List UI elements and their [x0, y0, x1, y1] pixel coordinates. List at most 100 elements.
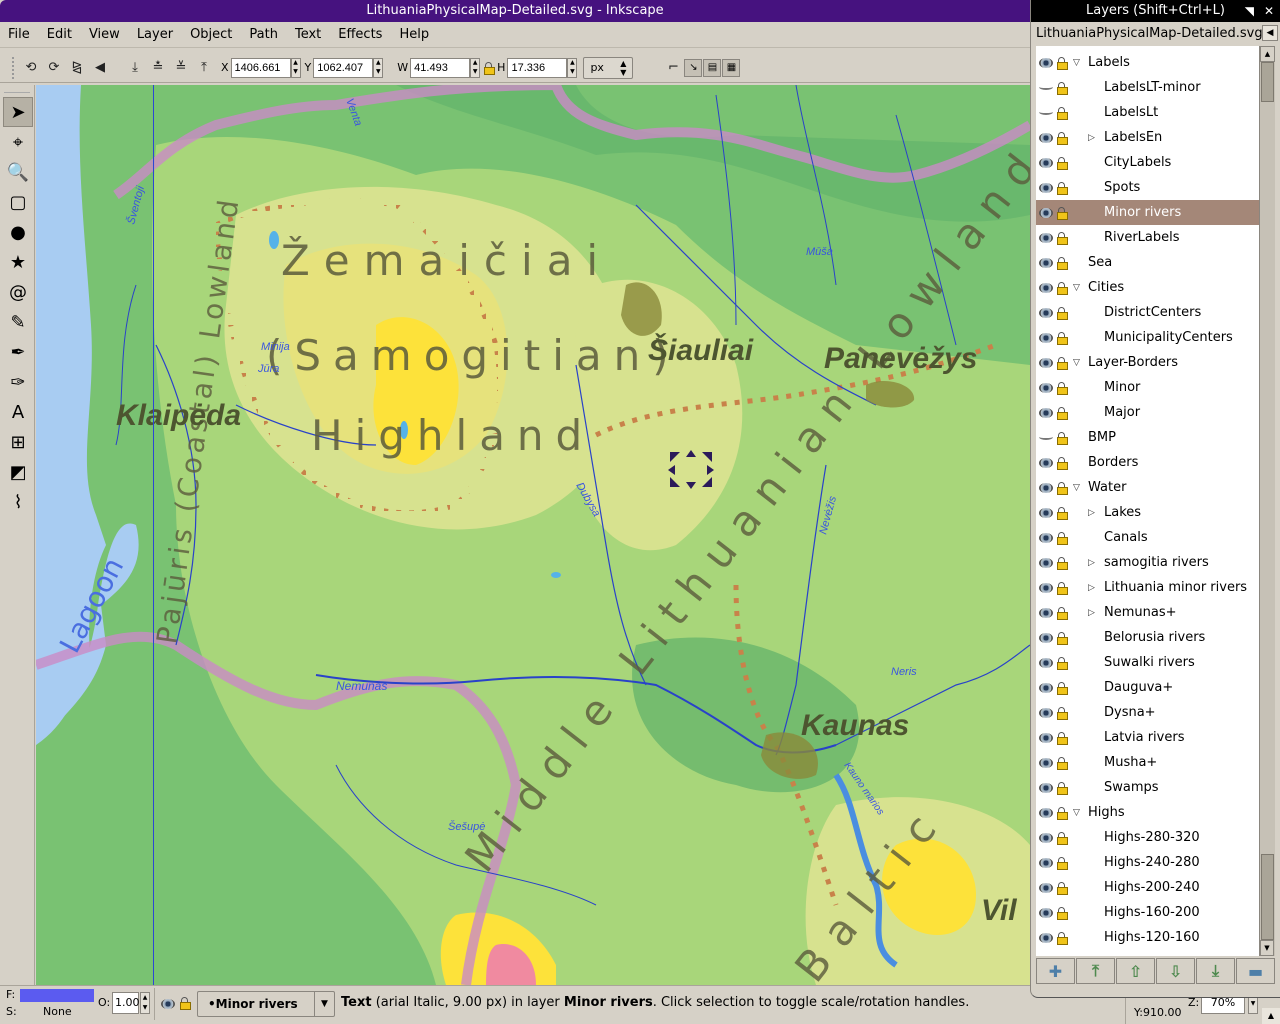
eye-open-icon[interactable] — [1039, 733, 1053, 743]
y-spinner[interactable]: ▲ ▼ — [373, 57, 384, 78]
layer-row[interactable]: Highs-160-200 — [1036, 900, 1259, 925]
menu-help[interactable]: Help — [399, 27, 429, 42]
raise-layer-to-top-button[interactable]: ⤒ — [1076, 958, 1115, 984]
layer-row[interactable]: ▽ Labels — [1036, 50, 1259, 75]
menu-effects[interactable]: Effects — [338, 27, 382, 42]
lock-icon[interactable] — [1057, 207, 1068, 220]
guide-line[interactable] — [153, 85, 154, 985]
lock-icon[interactable] — [1057, 857, 1068, 870]
spiral-tool[interactable]: @ — [3, 277, 33, 307]
expander-open-icon[interactable]: ▽ — [1073, 808, 1080, 818]
layer-list-scrollbar[interactable]: ▲ ▼ — [1259, 46, 1275, 956]
flip-horizontal-icon[interactable]: ⧎ — [67, 58, 87, 78]
w-input[interactable]: 41.493 — [410, 57, 471, 78]
expander-closed-icon[interactable]: ▷ — [1088, 608, 1095, 618]
lock-icon[interactable] — [1057, 482, 1068, 495]
layer-row[interactable]: Suwalki rivers — [1036, 650, 1259, 675]
eye-open-icon[interactable] — [1039, 558, 1053, 568]
eye-open-icon[interactable] — [1039, 883, 1053, 893]
eye-open-icon[interactable] — [1039, 633, 1053, 643]
menu-view[interactable]: View — [89, 27, 120, 42]
lower-layer-button[interactable]: ⇩ — [1156, 958, 1195, 984]
zoom-tool[interactable]: 🔍 — [3, 157, 33, 187]
eye-open-icon[interactable] — [1039, 333, 1053, 343]
layer-row[interactable]: Swamps — [1036, 775, 1259, 800]
node-tool[interactable]: ⌖ — [3, 127, 33, 157]
expander-closed-icon[interactable]: ▷ — [1088, 583, 1095, 593]
opacity-input[interactable]: 1.00 — [112, 992, 140, 1014]
lock-icon[interactable] — [1057, 232, 1068, 245]
expander-closed-icon[interactable]: ▷ — [1088, 508, 1095, 518]
layer-row[interactable]: Highs-240-280 — [1036, 850, 1259, 875]
lock-icon[interactable] — [1057, 657, 1068, 670]
lock-icon[interactable] — [1057, 407, 1068, 420]
lock-icon[interactable] — [1057, 582, 1068, 595]
layer-row[interactable]: Highs-280-320 — [1036, 825, 1259, 850]
layer-row[interactable]: LabelsLT-minor — [1036, 75, 1259, 100]
add-layer-button[interactable]: ✚ — [1036, 958, 1075, 984]
eye-open-icon[interactable] — [1039, 183, 1053, 193]
eye-open-icon[interactable] — [1039, 908, 1053, 918]
lock-icon[interactable] — [1057, 157, 1068, 170]
layer-row[interactable]: MunicipalityCenters — [1036, 325, 1259, 350]
layer-row[interactable]: Sea — [1036, 250, 1259, 275]
eye-open-icon[interactable] — [1039, 283, 1053, 293]
connector-tool[interactable]: ⊞ — [3, 427, 33, 457]
resize-grip[interactable]: ▲ — [1262, 1008, 1280, 1024]
eye-open-icon[interactable] — [1039, 683, 1053, 693]
lock-icon[interactable] — [1057, 682, 1068, 695]
layer-row[interactable]: RiverLabels — [1036, 225, 1259, 250]
eye-open-icon[interactable] — [1039, 533, 1053, 543]
eye-open-icon[interactable] — [1039, 208, 1053, 218]
layer-row[interactable]: CityLabels — [1036, 150, 1259, 175]
eye-closed-icon[interactable] — [1039, 109, 1053, 115]
lock-icon[interactable] — [1057, 307, 1068, 320]
layer-row[interactable]: Dysna+ — [1036, 700, 1259, 725]
raise-icon[interactable]: ≚ — [171, 58, 191, 78]
lock-proportions-icon[interactable] — [484, 61, 496, 75]
lower-layer-to-bottom-button[interactable]: ⤓ — [1196, 958, 1235, 984]
lock-icon[interactable] — [1057, 557, 1068, 570]
layer-row[interactable]: Highs-200-240 — [1036, 875, 1259, 900]
layer-row[interactable]: ▷ Lakes — [1036, 500, 1259, 525]
eye-open-icon[interactable] — [1039, 508, 1053, 518]
lock-icon[interactable] — [1057, 382, 1068, 395]
layer-lock-icon[interactable] — [180, 997, 191, 1010]
scale-gradients-icon[interactable]: ▤ — [703, 58, 722, 77]
eye-open-icon[interactable] — [1039, 58, 1053, 68]
expander-open-icon[interactable]: ▽ — [1073, 58, 1080, 68]
fill-swatch[interactable] — [20, 989, 94, 1002]
h-spinner[interactable]: ▲ ▼ — [567, 57, 578, 78]
expander-closed-icon[interactable]: ▷ — [1088, 133, 1095, 143]
menu-object[interactable]: Object — [190, 27, 232, 42]
lock-icon[interactable] — [1057, 57, 1068, 70]
scale-stroke-icon[interactable]: ⌐ — [663, 58, 683, 78]
layer-row[interactable]: ▽ Water — [1036, 475, 1259, 500]
eye-open-icon[interactable] — [1039, 758, 1053, 768]
eye-open-icon[interactable] — [1039, 708, 1053, 718]
y-input[interactable]: 1062.407 — [313, 57, 374, 78]
layer-row[interactable]: LabelsLt — [1036, 100, 1259, 125]
x-input[interactable]: 1406.661 — [230, 57, 291, 78]
expander-closed-icon[interactable]: ▷ — [1088, 558, 1095, 568]
eye-open-icon[interactable] — [1039, 608, 1053, 618]
dock-menu-icon[interactable]: ◥ — [1245, 0, 1254, 22]
opacity-spinner[interactable]: ▲ ▼ — [140, 992, 150, 1014]
layer-row[interactable]: ▷ samogitia rivers — [1036, 550, 1259, 575]
ellipse-tool[interactable]: ● — [3, 217, 33, 247]
layer-row[interactable]: ▷ Nemunas+ — [1036, 600, 1259, 625]
toolbox-grip[interactable] — [4, 85, 30, 93]
menu-edit[interactable]: Edit — [47, 27, 72, 42]
chevron-left-icon[interactable]: ◀ — [1262, 25, 1278, 41]
pen-tool[interactable]: ✒ — [3, 337, 33, 367]
scale-corners-icon[interactable]: ↘ — [684, 58, 703, 77]
layer-row[interactable]: Borders — [1036, 450, 1259, 475]
lock-icon[interactable] — [1057, 932, 1068, 945]
menu-path[interactable]: Path — [249, 27, 278, 42]
layer-row[interactable]: ▽ Cities — [1036, 275, 1259, 300]
lock-icon[interactable] — [1057, 607, 1068, 620]
menu-text[interactable]: Text — [295, 27, 321, 42]
eye-open-icon[interactable] — [1039, 358, 1053, 368]
eye-open-icon[interactable] — [1039, 158, 1053, 168]
layer-row[interactable]: Major — [1036, 400, 1259, 425]
